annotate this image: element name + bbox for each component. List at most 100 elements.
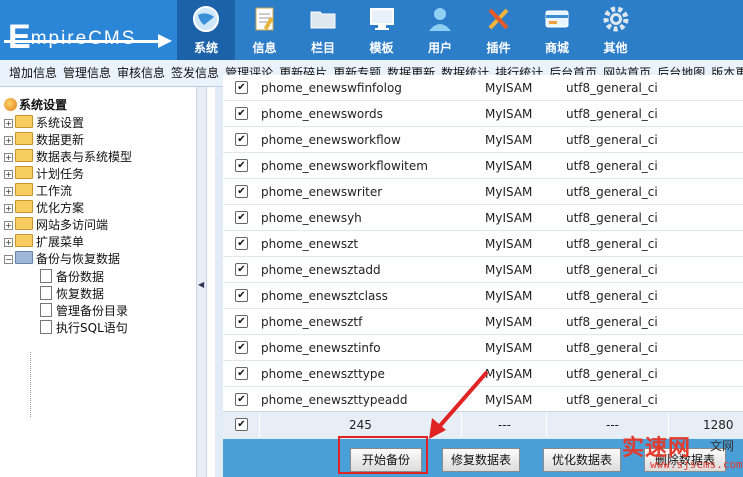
table-collation: utf8_general_ci — [566, 341, 658, 355]
table-collation: utf8_general_ci — [566, 367, 658, 381]
tree-item[interactable]: + 计划任务 — [4, 165, 84, 182]
logo: EmpireCMS — [0, 0, 178, 60]
row-checkbox[interactable]: ✔ — [235, 289, 248, 302]
table-row: ✔ phome_enewszttypeadd MyISAM utf8_general_… — [223, 387, 743, 413]
summary-collation: --- — [606, 418, 619, 432]
tree-item[interactable]: + 网站多访问端 — [4, 216, 108, 233]
top-header: EmpireCMS 系统 信息 栏目 模板 用户 插件 商城 其他 — [0, 0, 743, 60]
nav-item-3[interactable]: 模板 — [353, 0, 411, 60]
table-row: ✔ phome_enewsztinfo MyISAM utf8_general_ci — [223, 335, 743, 361]
nav-label: 其他 — [603, 41, 628, 55]
tree-subitem[interactable]: 恢复数据 — [40, 285, 104, 302]
table-row: ✔ phome_enewszt MyISAM utf8_general_ci — [223, 231, 743, 257]
expand-icon[interactable]: + — [4, 136, 13, 145]
expand-icon[interactable]: + — [4, 170, 13, 179]
select-all-checkbox[interactable]: ✔ — [235, 418, 248, 431]
table-collation: utf8_general_ci — [566, 107, 658, 121]
row-checkbox[interactable]: ✔ — [235, 211, 248, 224]
tree-subitem-label: 管理备份目录 — [56, 304, 129, 318]
table-collation: utf8_general_ci — [566, 185, 658, 199]
row-checkbox[interactable]: ✔ — [235, 133, 248, 146]
tree-item[interactable]: + 数据更新 — [4, 131, 84, 148]
table-collation: utf8_general_ci — [566, 315, 658, 329]
nav-item-4[interactable]: 用户 — [411, 0, 469, 60]
table-row: ✔ phome_enewswfinfolog MyISAM utf8_general_… — [223, 75, 743, 101]
table-engine: MyISAM — [485, 133, 533, 147]
menu-link[interactable]: 管理信息 — [63, 60, 111, 86]
tree-item[interactable]: + 工作流 — [4, 182, 72, 199]
row-checkbox[interactable]: ✔ — [235, 237, 248, 250]
logo-arrow-line — [4, 40, 162, 43]
collapse-icon[interactable]: − — [4, 255, 13, 264]
tree-subitem[interactable]: 备份数据 — [40, 268, 104, 285]
tree-item[interactable]: + 优化方案 — [4, 199, 84, 216]
table-name: phome_enewsztclass — [261, 289, 388, 303]
optimize-table-button[interactable]: 优化数据表 — [543, 448, 621, 472]
table-name: phome_enewsztf — [261, 315, 363, 329]
table-count: 245 — [349, 418, 372, 432]
nav-item-7[interactable]: 其他 — [587, 0, 645, 60]
tree-connector-line — [30, 352, 32, 417]
nav-item-5[interactable]: 插件 — [470, 0, 528, 60]
repair-table-button[interactable]: 修复数据表 — [442, 448, 520, 472]
nav-item-6[interactable]: 商城 — [528, 0, 586, 60]
tree-item-label: 系统设置 — [36, 116, 85, 130]
tree-item[interactable]: + 扩展菜单 — [4, 233, 84, 250]
folder-icon — [15, 149, 33, 162]
nav-label: 商城 — [544, 41, 569, 55]
folder-icon — [15, 166, 33, 179]
table-engine: MyISAM — [485, 237, 533, 251]
collapse-arrow-icon[interactable]: ◀ — [198, 280, 204, 289]
row-checkbox[interactable]: ✔ — [235, 315, 248, 328]
expand-icon[interactable]: + — [4, 187, 13, 196]
table-name: phome_enewsworkflow — [261, 133, 401, 147]
expand-icon[interactable]: + — [4, 204, 13, 213]
row-checkbox[interactable]: ✔ — [235, 159, 248, 172]
table-row: ✔ phome_enewsworkflowitem MyISAM utf8_gener… — [223, 153, 743, 179]
expand-icon[interactable]: + — [4, 221, 13, 230]
tree-item[interactable]: − 备份与恢复数据 — [4, 250, 120, 267]
tree-subitem[interactable]: 管理备份目录 — [40, 302, 128, 319]
menu-link[interactable]: 增加信息 — [9, 60, 57, 86]
tree-item-label: 数据更新 — [36, 133, 85, 147]
table-row: ✔ phome_enewsztclass MyISAM utf8_general_ci — [223, 283, 743, 309]
tree-item[interactable]: + 数据表与系统模型 — [4, 148, 132, 165]
nav-item-0[interactable]: 系统 — [177, 0, 235, 60]
document-icon — [40, 303, 52, 317]
row-checkbox[interactable]: ✔ — [235, 263, 248, 276]
nav-item-1[interactable]: 信息 — [236, 0, 294, 60]
credit-card-icon — [543, 5, 571, 33]
table-row: ✔ phome_enewsworkflow MyISAM utf8_general_c… — [223, 127, 743, 153]
nav-label: 信息 — [252, 41, 277, 55]
tree-item-label: 优化方案 — [36, 201, 85, 215]
user-icon — [426, 5, 454, 33]
logo-initial: E — [8, 18, 31, 56]
tree-root[interactable]: 系统设置 — [4, 96, 67, 113]
row-checkbox[interactable]: ✔ — [235, 367, 248, 380]
row-checkbox[interactable]: ✔ — [235, 341, 248, 354]
row-checkbox[interactable]: ✔ — [235, 107, 248, 120]
tree-item[interactable]: + 系统设置 — [4, 114, 84, 131]
sidebar-tree: 系统设置 + 系统设置 + 数据更新 + 数据表与系统模型 + 计划任务 + 工作流 + 优化方案 + 网… — [0, 87, 196, 477]
tree-subitem[interactable]: 执行SQL语句 — [40, 319, 128, 336]
sidebar-splitter[interactable]: ◀ — [196, 87, 207, 477]
menu-link[interactable]: 审核信息 — [117, 60, 165, 86]
expand-icon[interactable]: + — [4, 153, 13, 162]
document-icon — [40, 320, 52, 334]
tree-subitem-label: 备份数据 — [56, 270, 105, 284]
table-collation: utf8_general_ci — [566, 263, 658, 277]
row-checkbox[interactable]: ✔ — [235, 81, 248, 94]
summary-engine: --- — [498, 418, 511, 432]
tree-item-label: 计划任务 — [36, 167, 85, 181]
expand-icon[interactable]: + — [4, 238, 13, 247]
folder-icon — [15, 115, 33, 128]
nav-item-2[interactable]: 栏目 — [294, 0, 352, 60]
table-name: phome_enewsyh — [261, 211, 362, 225]
row-checkbox[interactable]: ✔ — [235, 393, 248, 406]
table-row: ✔ phome_enewswriter MyISAM utf8_general_ci — [223, 179, 743, 205]
table-engine: MyISAM — [485, 211, 533, 225]
row-checkbox[interactable]: ✔ — [235, 185, 248, 198]
tools-icon — [485, 5, 513, 33]
expand-icon[interactable]: + — [4, 119, 13, 128]
menu-link[interactable]: 签发信息 — [171, 60, 219, 86]
